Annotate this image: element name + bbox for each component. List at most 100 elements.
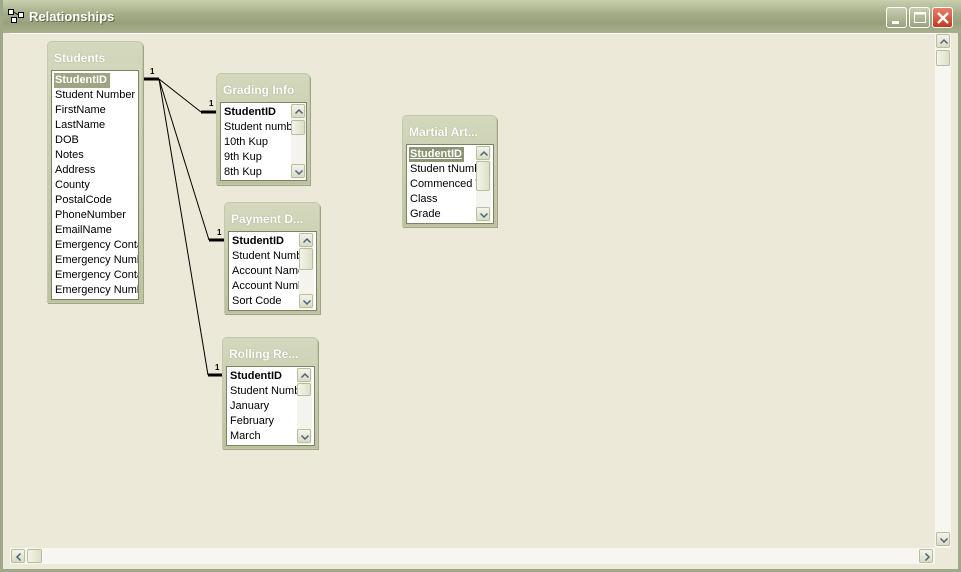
scroll-down-button[interactable] (476, 207, 490, 221)
scroll-thumb[interactable] (936, 50, 950, 66)
scroll-up-button[interactable] (291, 104, 305, 118)
table-scrollbar[interactable] (476, 146, 491, 222)
minimize-icon (892, 21, 899, 24)
field-item[interactable]: Student Numb (231, 249, 302, 264)
relation-line-grading (158, 78, 202, 113)
table-scrollbar[interactable] (291, 104, 306, 179)
field-item[interactable]: StudentID (231, 234, 284, 249)
table-grading-info[interactable]: Grading Info StudentID Student numb 10th… (216, 73, 310, 185)
window-title: Relationships (29, 9, 115, 24)
field-item[interactable]: StudentID (229, 369, 282, 384)
field-item[interactable]: Emergency Conta (54, 238, 138, 253)
field-item[interactable]: Emergency Numb (54, 253, 138, 268)
relationship-lines (143, 77, 224, 377)
relationships-canvas[interactable]: 1 1 1 1 Students StudentID Student Numbe… (10, 33, 935, 549)
table-title: Grading Info (223, 83, 295, 97)
field-item[interactable]: Class (409, 192, 438, 207)
field-list[interactable]: StudentID Student Number FirstName LastN… (51, 70, 139, 300)
field-item[interactable]: 10th Kup (223, 135, 268, 150)
field-item[interactable]: FirstName (54, 103, 106, 118)
horizontal-scrollbar[interactable] (10, 548, 935, 564)
field-item[interactable]: 9th Kup (223, 150, 262, 165)
minimize-button[interactable] (886, 7, 907, 28)
field-item[interactable]: EmailName (54, 223, 112, 238)
table-payment-details[interactable]: Payment D... StudentID Student Numb Acco… (224, 202, 320, 314)
field-item[interactable]: Emergency Conta (54, 268, 138, 283)
field-item[interactable]: DOB (54, 133, 79, 148)
chevron-up-icon (300, 372, 310, 379)
relationships-window: Relationships 1 1 1 1 Students StudentID… (0, 0, 961, 572)
relation-line-rolling (158, 78, 209, 376)
table-students[interactable]: Students StudentID Student Number FirstN… (47, 41, 143, 303)
field-item[interactable]: January (229, 399, 269, 414)
scroll-up-button[interactable] (476, 146, 490, 160)
table-scrollbar[interactable] (299, 233, 314, 309)
scroll-up-button[interactable] (299, 233, 313, 247)
table-title: Martial Art... (409, 125, 478, 139)
field-item[interactable]: Studen tNumb (409, 162, 480, 177)
chevron-up-icon (479, 150, 489, 157)
chevron-down-icon (302, 299, 312, 306)
field-item[interactable]: Emergency Numb (54, 283, 138, 298)
table-rolling-register[interactable]: Rolling Re... StudentID Student Numb Jan… (222, 337, 318, 449)
table-title: Payment D... (231, 212, 304, 226)
title-bar[interactable]: Relationships (3, 0, 961, 33)
field-item[interactable]: 8th Kup (223, 165, 262, 180)
field-item[interactable]: Student Numb (229, 384, 300, 399)
maximize-button[interactable] (909, 7, 930, 28)
scroll-thumb[interactable] (297, 383, 311, 396)
table-title: Rolling Re... (229, 347, 299, 361)
field-item[interactable]: February (229, 414, 274, 429)
relationships-icon (8, 9, 24, 23)
field-item[interactable]: Account Name (231, 264, 304, 279)
field-list[interactable]: StudentID Student Numb January February … (226, 366, 315, 446)
field-item[interactable]: Address (54, 163, 95, 178)
field-item[interactable]: StudentID (54, 73, 110, 88)
field-item[interactable]: Student numb (223, 120, 293, 135)
chevron-down-icon (479, 212, 489, 219)
field-list[interactable]: StudentID Studen tNumb Commenced T Class… (406, 144, 494, 224)
chevron-right-icon (924, 552, 931, 562)
scroll-thumb[interactable] (299, 248, 313, 270)
scroll-thumb[interactable] (291, 120, 305, 135)
scroll-down-button[interactable] (291, 164, 305, 178)
relation-line-payment (158, 78, 210, 241)
chevron-up-icon (939, 38, 949, 45)
field-item[interactable]: Account Numb (231, 279, 304, 294)
field-item[interactable]: PostalCode (54, 193, 112, 208)
scroll-up-button[interactable] (297, 368, 311, 382)
close-icon (937, 12, 949, 24)
table-title: Students (54, 51, 106, 65)
field-item[interactable]: Commenced T (409, 177, 482, 192)
chevron-up-icon (302, 237, 312, 244)
scroll-thumb[interactable] (27, 549, 42, 563)
field-item[interactable]: StudentID (409, 147, 464, 162)
scroll-up-button[interactable] (936, 34, 950, 48)
field-item[interactable]: LastName (54, 118, 105, 133)
table-scrollbar[interactable] (297, 368, 312, 444)
field-item[interactable]: PhoneNumber (54, 208, 126, 223)
field-item[interactable]: Sort Code (231, 294, 282, 309)
scroll-down-button[interactable] (297, 429, 311, 443)
field-item[interactable]: County (54, 178, 90, 193)
chevron-down-icon (294, 169, 304, 176)
table-martial-arts[interactable]: Martial Art... StudentID Studen tNumb Co… (402, 115, 497, 227)
chevron-up-icon (294, 108, 304, 115)
field-item[interactable]: Notes (54, 148, 84, 163)
field-item[interactable]: StudentID (223, 105, 276, 120)
scroll-right-button[interactable] (919, 549, 933, 563)
close-button[interactable] (932, 7, 953, 28)
scroll-down-button[interactable] (299, 294, 313, 308)
vertical-scrollbar[interactable] (935, 33, 951, 548)
scroll-down-button[interactable] (936, 532, 950, 546)
scroll-left-button[interactable] (11, 549, 25, 563)
scroll-thumb[interactable] (476, 161, 490, 191)
field-item[interactable]: March (229, 429, 261, 444)
field-item[interactable]: Student Number (54, 88, 135, 103)
field-list[interactable]: StudentID Student Numb Account Name Acco… (228, 231, 317, 311)
relation-one-label: 1 (217, 228, 222, 237)
relation-one-label: 1 (150, 67, 155, 76)
chevron-down-icon (939, 537, 949, 544)
field-item[interactable]: Grade (409, 207, 441, 222)
field-list[interactable]: StudentID Student numb 10th Kup 9th Kup … (220, 102, 307, 181)
